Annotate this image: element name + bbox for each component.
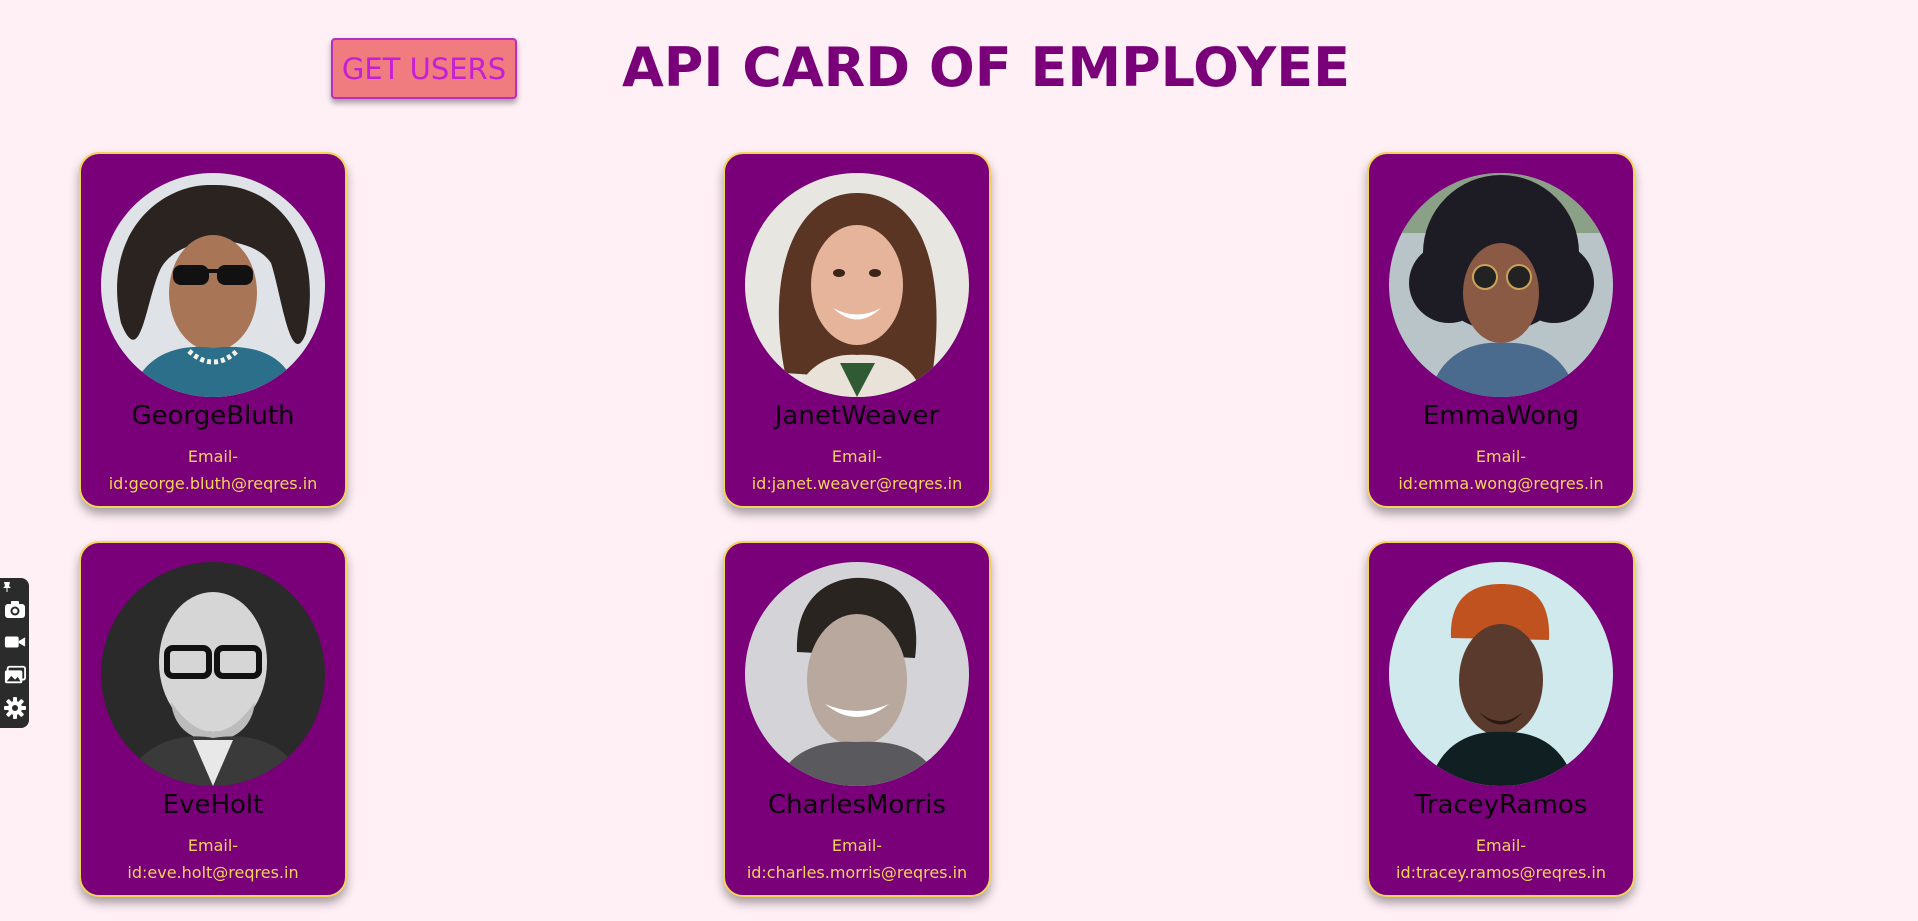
get-users-button[interactable]: GET USERS xyxy=(331,38,517,99)
employee-name: EmmaWong xyxy=(1422,401,1580,431)
email-label: Email- xyxy=(187,447,239,466)
employee-card: CharlesMorris Email- id:charles.morris@r… xyxy=(723,541,991,897)
email-label: Email- xyxy=(1475,447,1527,466)
avatar xyxy=(1389,562,1613,786)
email-value: id:tracey.ramos@reqres.in xyxy=(1396,863,1606,882)
email-label: Email- xyxy=(1475,836,1527,855)
employee-email: Email- id:eve.holt@reqres.in xyxy=(81,832,345,886)
email-value: id:eve.holt@reqres.in xyxy=(127,863,299,882)
email-label: Email- xyxy=(831,447,883,466)
email-label: Email- xyxy=(831,836,883,855)
employee-email: Email- id:charles.morris@reqres.in xyxy=(725,832,989,886)
page-title: API CARD OF EMPLOYEE xyxy=(622,36,1351,99)
employee-card: GeorgeBluth Email- id:george.bluth@reqre… xyxy=(79,152,347,508)
avatar xyxy=(1389,173,1613,397)
email-label: Email- xyxy=(187,836,239,855)
employee-name: JanetWeaver xyxy=(774,401,940,431)
side-toolbar xyxy=(0,578,29,728)
employee-card: TraceyRamos Email- id:tracey.ramos@reqre… xyxy=(1367,541,1635,897)
employee-name: EveHolt xyxy=(162,790,264,820)
avatar xyxy=(101,562,325,786)
employee-card: EveHolt Email- id:eve.holt@reqres.in xyxy=(79,541,347,897)
employee-email: Email- id:george.bluth@reqres.in xyxy=(81,443,345,497)
email-value: id:charles.morris@reqres.in xyxy=(746,863,968,882)
employee-email: Email- id:janet.weaver@reqres.in xyxy=(725,443,989,497)
avatar xyxy=(101,173,325,397)
employee-card: JanetWeaver Email- id:janet.weaver@reqre… xyxy=(723,152,991,508)
email-value: id:emma.wong@reqres.in xyxy=(1398,474,1604,493)
employee-email: Email- id:tracey.ramos@reqres.in xyxy=(1369,832,1633,886)
employee-card: EmmaWong Email- id:emma.wong@reqres.in xyxy=(1367,152,1635,508)
avatar xyxy=(745,562,969,786)
employee-name: CharlesMorris xyxy=(767,790,947,820)
camera-icon[interactable] xyxy=(4,598,26,620)
employee-name: GeorgeBluth xyxy=(131,401,295,431)
email-value: id:janet.weaver@reqres.in xyxy=(751,474,963,493)
avatar xyxy=(745,173,969,397)
employee-name: TraceyRamos xyxy=(1414,790,1588,820)
video-icon[interactable] xyxy=(4,631,26,653)
gear-icon[interactable] xyxy=(4,697,26,719)
pin-icon[interactable] xyxy=(0,580,14,594)
gallery-icon[interactable] xyxy=(4,664,26,686)
email-value: id:george.bluth@reqres.in xyxy=(108,474,318,493)
employee-email: Email- id:emma.wong@reqres.in xyxy=(1369,443,1633,497)
